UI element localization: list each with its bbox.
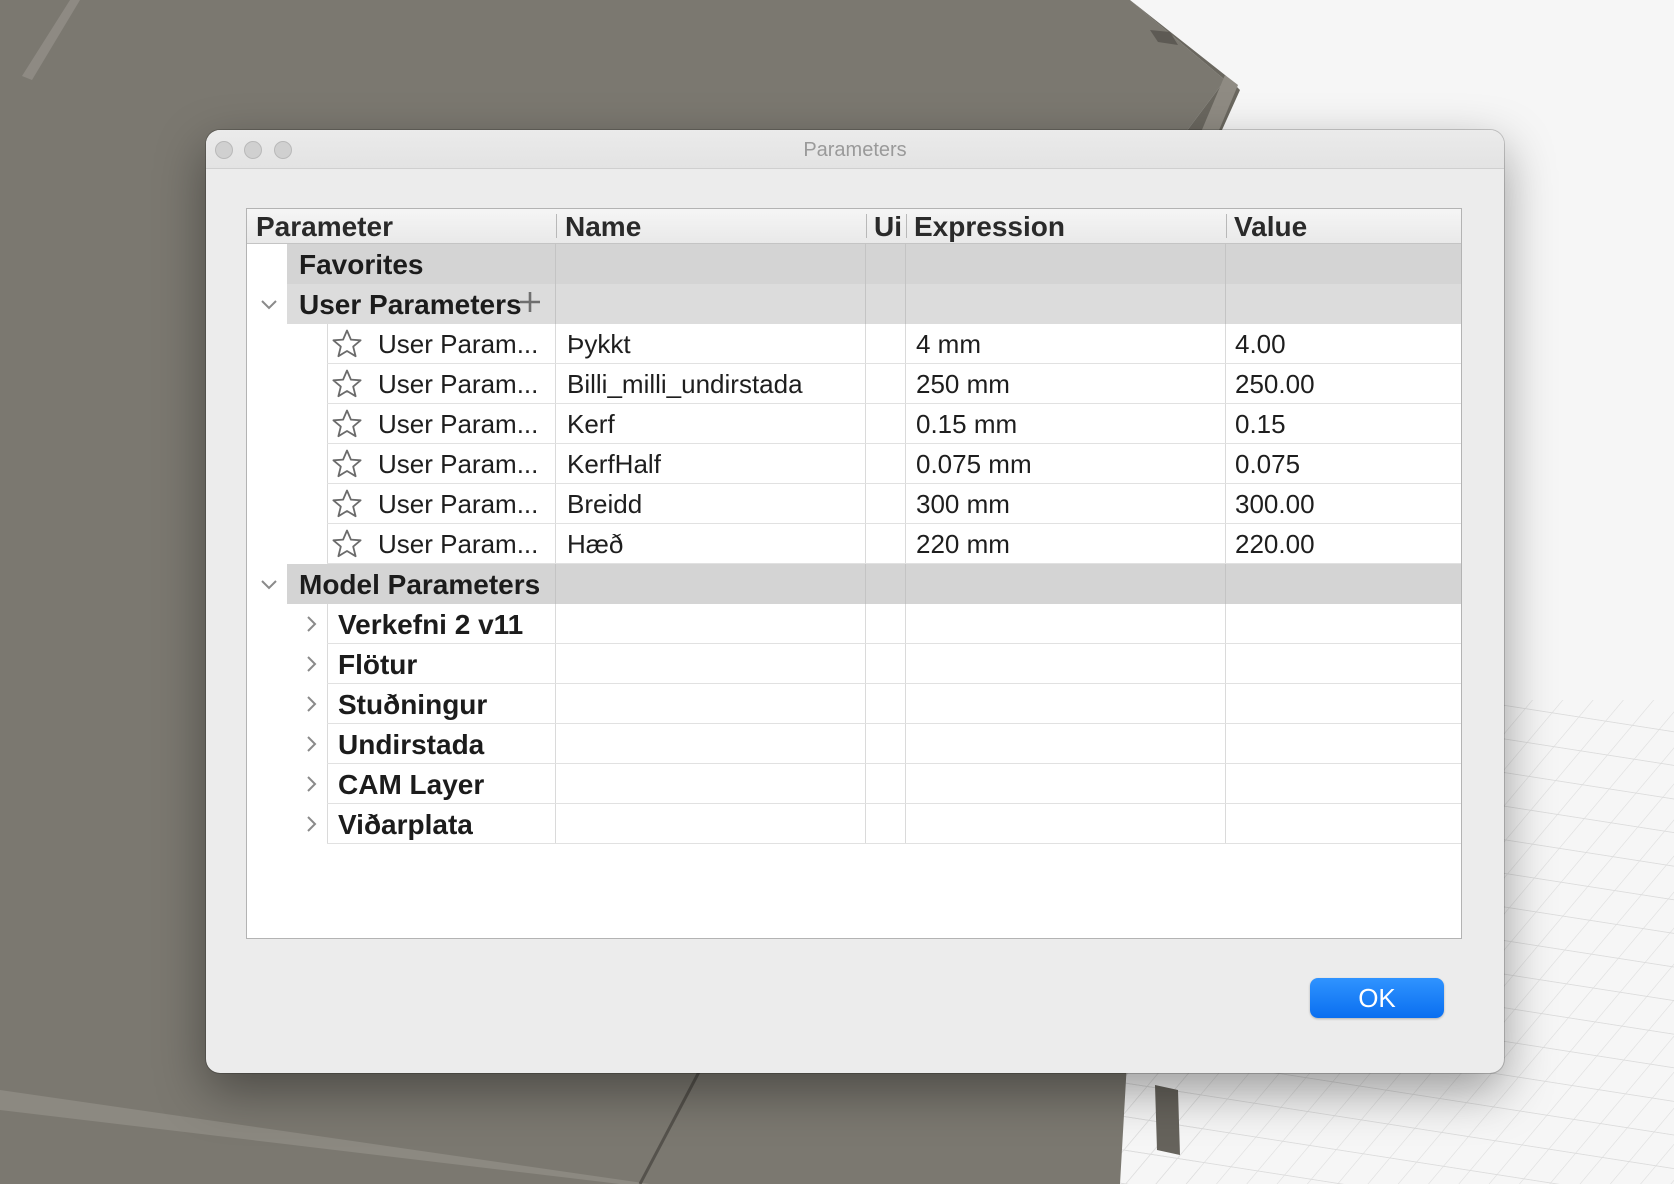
star-outline-icon[interactable]: [331, 328, 363, 360]
parameter-name-cell[interactable]: Breidd: [567, 484, 861, 524]
parameter-type-cell: User Param...: [378, 369, 539, 399]
ok-button[interactable]: OK: [1310, 978, 1444, 1018]
model-component-row[interactable]: Flötur: [247, 644, 1461, 684]
star-outline-icon[interactable]: [331, 408, 363, 440]
plus-icon[interactable]: [519, 291, 541, 313]
chevron-right-icon[interactable]: [299, 732, 323, 756]
group-label-model-parameters: Model Parameters: [299, 569, 541, 600]
column-header-name[interactable]: Name: [565, 209, 845, 243]
model-component-label: Flötur: [338, 649, 418, 680]
group-label-user-parameters: User Parameters: [299, 289, 522, 320]
chevron-down-icon[interactable]: [257, 292, 281, 316]
parameter-unit-cell[interactable]: [869, 404, 903, 444]
table-row[interactable]: User Param... Þykkt 4 mm 4.00: [247, 324, 1461, 364]
parameter-name-cell[interactable]: Þykkt: [567, 324, 861, 364]
model-component-label: CAM Layer: [338, 769, 485, 800]
parameter-name-cell[interactable]: Hæð: [567, 524, 861, 564]
star-outline-icon[interactable]: [331, 448, 363, 480]
model-component-row[interactable]: Stuðningur: [247, 684, 1461, 724]
parameter-type-cell: User Param...: [378, 329, 539, 359]
parameter-expression-cell[interactable]: 250 mm: [916, 364, 1221, 404]
table-row[interactable]: User Param... KerfHalf 0.075 mm 0.075: [247, 444, 1461, 484]
parameter-value-cell: 250.00: [1235, 369, 1315, 399]
parameter-value-cell: 220.00: [1235, 529, 1315, 559]
parameter-value-cell: 0.15: [1235, 409, 1286, 439]
model-component-label: Undirstada: [338, 729, 485, 760]
parameter-unit-cell[interactable]: [869, 444, 903, 484]
star-outline-icon[interactable]: [331, 528, 363, 560]
parameter-type-cell: User Param...: [378, 489, 539, 519]
chevron-right-icon[interactable]: [299, 652, 323, 676]
chevron-right-icon[interactable]: [299, 692, 323, 716]
model-component-row[interactable]: Viðarplata: [247, 804, 1461, 844]
column-header-unit[interactable]: Ui: [874, 209, 904, 243]
star-outline-icon[interactable]: [331, 488, 363, 520]
model-component-label: Stuðningur: [338, 689, 488, 720]
model-component-row[interactable]: Undirstada: [247, 724, 1461, 764]
model-component-label: Viðarplata: [338, 809, 473, 840]
parameter-expression-cell[interactable]: 4 mm: [916, 324, 1221, 364]
parameter-expression-cell[interactable]: 300 mm: [916, 484, 1221, 524]
parameters-dialog: Parameters Parameter Name Ui Expression …: [206, 130, 1504, 1073]
table-row[interactable]: User Param... Hæð 220 mm 220.00: [247, 524, 1461, 564]
group-row-favorites[interactable]: Favorites: [247, 244, 1461, 284]
parameter-type-cell: User Param...: [378, 529, 539, 559]
parameter-unit-cell[interactable]: [869, 364, 903, 404]
parameter-expression-cell[interactable]: 220 mm: [916, 524, 1221, 564]
title-bar[interactable]: Parameters: [206, 130, 1504, 169]
table-row[interactable]: User Param... Breidd 300 mm 300.00: [247, 484, 1461, 524]
group-row-model-parameters[interactable]: Model Parameters: [247, 564, 1461, 604]
parameters-table: Parameter Name Ui Expression Value Favor…: [246, 208, 1462, 939]
model-component-row[interactable]: Verkefni 2 v11: [247, 604, 1461, 644]
chevron-right-icon[interactable]: [299, 812, 323, 836]
model-component-row[interactable]: CAM Layer: [247, 764, 1461, 804]
parameter-type-cell: User Param...: [378, 449, 539, 479]
parameter-value-cell: 4.00: [1235, 329, 1286, 359]
parameter-unit-cell[interactable]: [869, 484, 903, 524]
parameter-expression-cell[interactable]: 0.15 mm: [916, 404, 1221, 444]
parameter-type-cell: User Param...: [378, 409, 539, 439]
parameter-value-cell: 300.00: [1235, 489, 1315, 519]
group-row-user-parameters[interactable]: User Parameters: [247, 284, 1461, 324]
chevron-right-icon[interactable]: [299, 772, 323, 796]
chevron-down-icon[interactable]: [257, 572, 281, 596]
table-header: Parameter Name Ui Expression Value: [247, 209, 1461, 244]
table-row[interactable]: User Param... Kerf 0.15 mm 0.15: [247, 404, 1461, 444]
parameter-unit-cell[interactable]: [869, 524, 903, 564]
window-title: Parameters: [803, 139, 907, 161]
chevron-right-icon[interactable]: [299, 612, 323, 636]
parameter-name-cell[interactable]: KerfHalf: [567, 444, 861, 484]
parameter-expression-cell[interactable]: 0.075 mm: [916, 444, 1221, 484]
parameter-name-cell[interactable]: Kerf: [567, 404, 861, 444]
parameter-unit-cell[interactable]: [869, 324, 903, 364]
column-header-value[interactable]: Value: [1234, 209, 1454, 243]
parameter-value-cell: 0.075: [1235, 449, 1301, 479]
star-outline-icon[interactable]: [331, 368, 363, 400]
parameter-name-cell[interactable]: Billi_milli_undirstada: [567, 364, 861, 404]
model-component-label: Verkefni 2 v11: [338, 609, 524, 640]
column-header-parameter[interactable]: Parameter: [256, 209, 546, 243]
group-label-favorites: Favorites: [299, 249, 424, 280]
table-row[interactable]: User Param... Billi_milli_undirstada 250 m…: [247, 364, 1461, 404]
column-header-expression[interactable]: Expression: [914, 209, 1214, 243]
